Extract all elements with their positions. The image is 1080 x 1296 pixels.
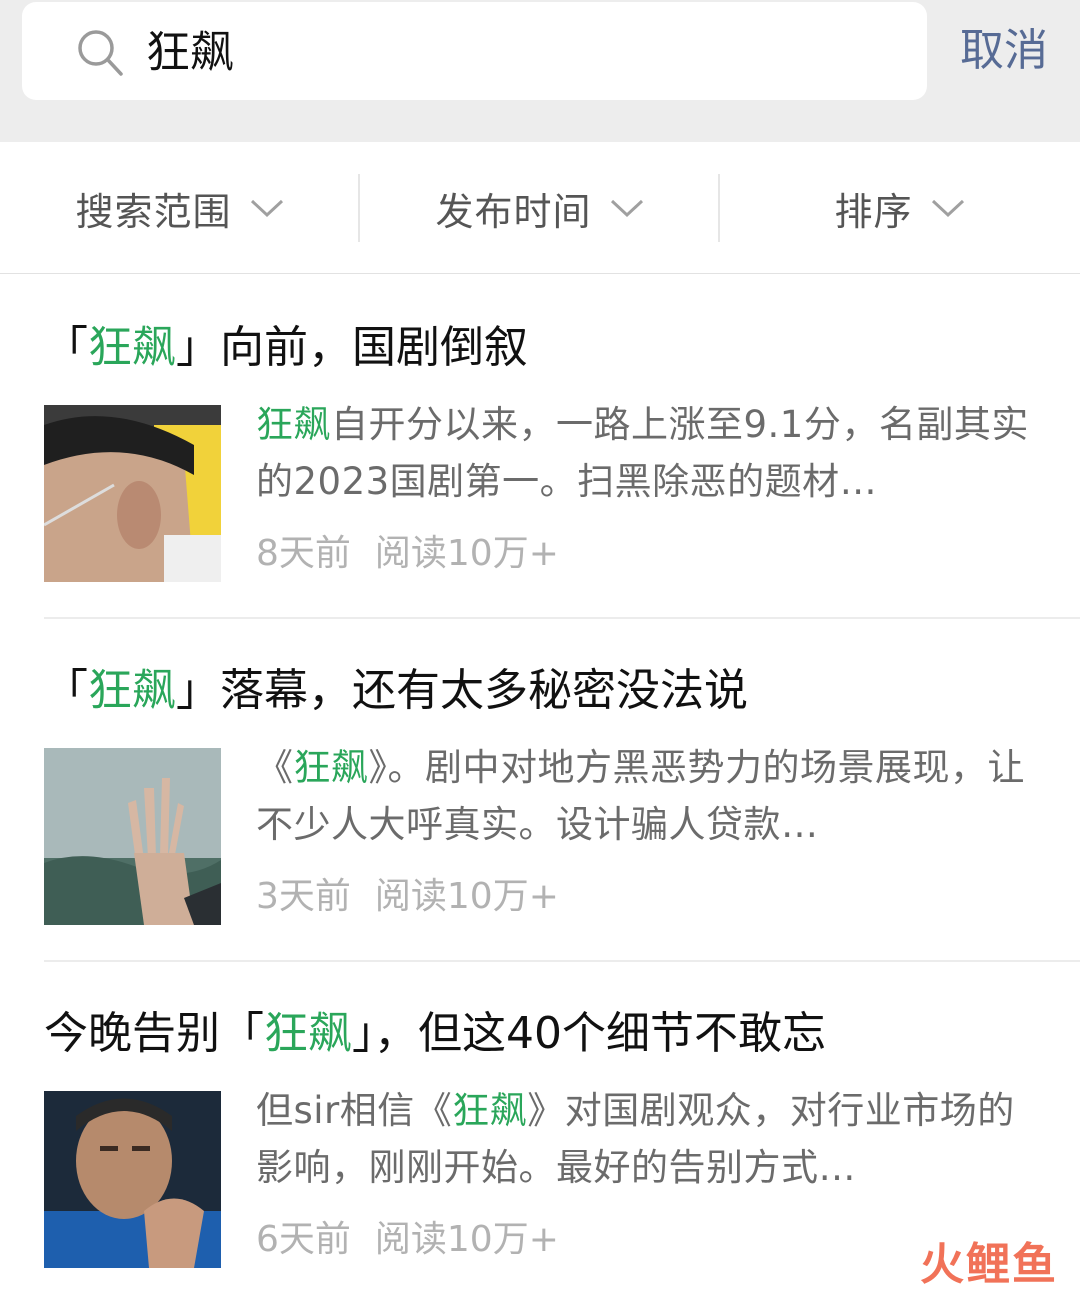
thumbnail-image: [44, 748, 221, 925]
read-count: 阅读10万+: [374, 876, 559, 917]
snippet-text: 自开分以来，一路上涨至9.1分，名副其实的2023国剧第一。扫黑除恶的题材…: [256, 403, 1029, 503]
snippet-text: 但sir相信《: [256, 1089, 453, 1132]
result-meta: 8天前 阅读10万+: [256, 530, 559, 578]
result-snippet: 《狂飙》。剧中对地方黑恶势力的场景展现，让不少人大呼真实。设计骗人贷款…: [256, 739, 1031, 853]
result-snippet: 狂飙自开分以来，一路上涨至9.1分，名副其实的2023国剧第一。扫黑除恶的题材…: [256, 396, 1031, 510]
title-text: 「: [44, 322, 88, 373]
title-text: 」向前，国剧倒叙: [176, 322, 528, 373]
chevron-down-icon: [250, 199, 283, 218]
search-result-item[interactable]: 「狂飙」向前，国剧倒叙 狂飙自开分以来，一路上涨至9.1分，名副其实的2023国…: [0, 276, 1080, 619]
result-meta: 6天前 阅读10万+: [256, 1216, 559, 1264]
snippet-text: 《: [256, 746, 294, 789]
filter-publish-time[interactable]: 发布时间: [360, 142, 719, 274]
search-result-item[interactable]: 「狂飙」落幕，还有太多秘密没法说 《狂飙》。剧中对地方黑恶势力的场景展现，让不少…: [0, 619, 1080, 962]
chevron-down-icon: [610, 199, 643, 218]
result-meta: 3天前 阅读10万+: [256, 873, 559, 921]
title-highlight: 狂飙: [88, 322, 176, 373]
snippet-text: 》。剧中对地方黑恶势力的场景展现，让不少人大呼真实。设计骗人贷款…: [256, 746, 1025, 846]
filter-label: 排序: [834, 189, 913, 234]
title-text: 「: [44, 665, 88, 716]
read-count: 阅读10万+: [374, 1219, 559, 1260]
snippet-highlight: 狂飙: [256, 403, 331, 446]
search-query-text: 狂飙: [146, 27, 234, 78]
watermark-logo: 火鲤鱼: [920, 1239, 1058, 1290]
result-title: 今晚告别「狂飙」，但这40个细节不敢忘: [44, 1002, 826, 1066]
search-result-item[interactable]: 今晚告别「狂飙」，但这40个细节不敢忘 但sir相信《狂飙》对国剧观众，对行业市…: [0, 962, 1080, 1296]
title-text: 」，但这40个细节不敢忘: [352, 1008, 826, 1059]
filter-sort[interactable]: 排序: [720, 142, 1079, 274]
title-highlight: 狂飙: [88, 665, 176, 716]
cancel-button[interactable]: 取消: [960, 24, 1048, 78]
publish-time: 8天前: [256, 533, 351, 574]
title-text: 」落幕，还有太多秘密没法说: [176, 665, 748, 716]
filter-search-scope[interactable]: 搜索范围: [0, 142, 359, 274]
search-header: 狂飙 取消: [0, 0, 1080, 142]
filter-label: 搜索范围: [75, 189, 232, 234]
title-highlight: 狂飙: [264, 1008, 352, 1059]
chevron-down-icon: [931, 199, 964, 218]
result-title: 「狂飙」落幕，还有太多秘密没法说: [44, 659, 748, 723]
snippet-highlight: 狂飙: [293, 746, 369, 789]
title-text: 今晚告别「: [44, 1008, 264, 1059]
search-input[interactable]: 狂飙: [22, 2, 927, 100]
thumbnail-image: [44, 405, 221, 582]
result-title: 「狂飙」向前，国剧倒叙: [44, 316, 528, 380]
filter-label: 发布时间: [435, 189, 592, 234]
filter-bar: 搜索范围 发布时间 排序: [0, 142, 1080, 274]
search-icon: [78, 30, 123, 76]
thumbnail-image: [44, 1091, 221, 1268]
publish-time: 3天前: [256, 876, 351, 917]
publish-time: 6天前: [256, 1219, 351, 1260]
snippet-highlight: 狂飙: [452, 1089, 528, 1132]
result-snippet: 但sir相信《狂飙》对国剧观众，对行业市场的影响，刚刚开始。最好的告别方式…: [256, 1082, 1031, 1196]
read-count: 阅读10万+: [374, 533, 559, 574]
